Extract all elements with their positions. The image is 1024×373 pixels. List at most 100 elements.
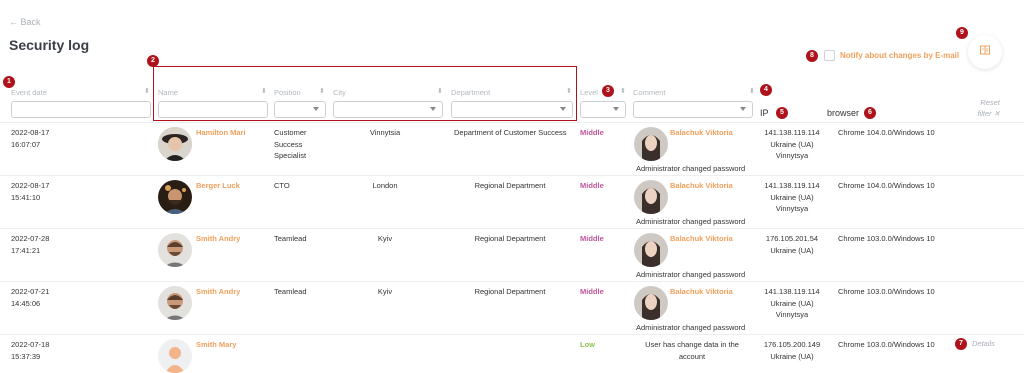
header-level[interactable]: Level bbox=[580, 88, 598, 97]
chevron-down-icon bbox=[613, 107, 619, 111]
comment-filter[interactable] bbox=[633, 101, 753, 118]
header-comment[interactable]: Comment bbox=[633, 88, 666, 97]
header-city[interactable]: City bbox=[333, 88, 346, 97]
admin-avatar bbox=[634, 233, 668, 267]
user-name-link[interactable]: Smith Andry bbox=[196, 286, 240, 298]
city-filter[interactable] bbox=[333, 101, 443, 118]
notify-label: Notify about changes by E-mail bbox=[840, 51, 960, 60]
city-value: Vinnytsia bbox=[369, 128, 401, 137]
position-filter[interactable] bbox=[274, 101, 326, 118]
event-date-filter[interactable] bbox=[11, 101, 151, 118]
admin-avatar bbox=[634, 127, 668, 161]
export-button[interactable] bbox=[968, 35, 1002, 69]
header-event-date[interactable]: Event date bbox=[11, 88, 47, 97]
city-value: London bbox=[372, 181, 398, 190]
annotation-badge-6: 6 bbox=[864, 107, 876, 119]
admin-name-link[interactable]: Balachuk Viktoria bbox=[670, 180, 733, 192]
level-badge: Low bbox=[580, 340, 595, 349]
event-date: 2022-08-17 16:07:07 bbox=[11, 128, 50, 149]
sort-icon[interactable]: ⬍ bbox=[620, 87, 626, 95]
table-row[interactable]: 2022-07-18 15:37:39 Smith Mary Low User h… bbox=[0, 334, 1024, 373]
chevron-down-icon bbox=[313, 107, 319, 111]
annotation-badge-5: 5 bbox=[776, 107, 788, 119]
event-date: 2022-08-17 15:41:10 bbox=[11, 181, 50, 202]
details-link[interactable]: Details bbox=[972, 339, 995, 348]
header-ip: IP bbox=[760, 108, 769, 118]
table-row[interactable]: 2022-07-28 17:41:21 Smith Andry Teamlead … bbox=[0, 228, 1024, 281]
level-filter[interactable] bbox=[580, 101, 626, 118]
avatar bbox=[158, 233, 192, 267]
sort-icon[interactable]: ⬍ bbox=[319, 87, 325, 95]
page-title: Security log bbox=[9, 37, 90, 53]
event-date: 2022-07-28 17:41:21 bbox=[11, 234, 50, 255]
chevron-down-icon bbox=[560, 107, 566, 111]
ip-info: 141.138.119.114 Ukraine (UA) Vinnytsya bbox=[764, 128, 820, 160]
city-value: Kyiv bbox=[377, 287, 393, 296]
annotation-badge-3: 3 bbox=[602, 85, 614, 97]
browser-value: Chrome 104.0.0/Windows 10 bbox=[838, 181, 935, 190]
notify-toggle[interactable]: Notify about changes by E-mail bbox=[824, 50, 959, 61]
level-badge: Middle bbox=[580, 181, 604, 190]
annotation-badge-1: 1 bbox=[3, 76, 15, 88]
security-log-page: ← Back Security log Notify about changes… bbox=[0, 0, 1024, 373]
city-value: Kyiv bbox=[377, 234, 393, 243]
comment-text: Administrator changed password bbox=[636, 217, 746, 226]
position-value: CTO bbox=[274, 181, 290, 190]
header-name[interactable]: Name bbox=[158, 88, 178, 97]
department-value: Regional Department bbox=[474, 234, 546, 243]
event-date: 2022-07-18 15:37:39 bbox=[11, 340, 50, 361]
admin-avatar bbox=[634, 180, 668, 214]
sort-icon[interactable]: ⬍ bbox=[261, 87, 267, 95]
export-icon bbox=[979, 43, 991, 61]
level-badge: Middle bbox=[580, 287, 604, 296]
header-department[interactable]: Department bbox=[451, 88, 490, 97]
ip-info: 176.105.200.149 Ukraine (UA) bbox=[763, 340, 821, 361]
event-date: 2022-07-21 14:45:06 bbox=[11, 287, 50, 308]
sort-icon[interactable]: ⬍ bbox=[437, 87, 443, 95]
table-row[interactable]: 2022-08-17 15:41:10 Berger Luck CTO Londo… bbox=[0, 175, 1024, 228]
comment-text: Administrator changed password bbox=[636, 164, 746, 173]
user-name-link[interactable]: Hamilton Mari bbox=[196, 127, 246, 139]
browser-value: Chrome 103.0.0/Windows 10 bbox=[838, 287, 935, 296]
admin-avatar bbox=[634, 286, 668, 320]
name-filter[interactable] bbox=[158, 101, 268, 118]
user-name-link[interactable]: Smith Mary bbox=[196, 339, 236, 351]
user-name-link[interactable]: Berger Luck bbox=[196, 180, 240, 192]
level-badge: Middle bbox=[580, 234, 604, 243]
ip-info: 176.105.201.54 Ukraine (UA) bbox=[765, 234, 819, 255]
annotation-badge-8: 8 bbox=[806, 50, 818, 62]
header-browser: browser bbox=[827, 108, 860, 118]
comment-text: Administrator changed password bbox=[636, 270, 746, 279]
chevron-down-icon bbox=[430, 107, 436, 111]
admin-name-link[interactable]: Balachuk Viktoria bbox=[670, 233, 733, 245]
back-link[interactable]: ← Back bbox=[9, 17, 41, 27]
avatar bbox=[158, 339, 192, 373]
user-name-link[interactable]: Smith Andry bbox=[196, 233, 240, 245]
annotation-badge-4: 4 bbox=[760, 84, 772, 96]
department-value: Department of Customer Success bbox=[454, 128, 567, 137]
level-badge: Middle bbox=[580, 128, 604, 137]
sort-icon[interactable]: ⬍ bbox=[566, 87, 572, 95]
table-row[interactable]: 2022-08-17 16:07:07 Hamilton Mari Custome… bbox=[0, 122, 1024, 175]
position-value: Teamlead bbox=[274, 287, 307, 296]
admin-name-link[interactable]: Balachuk Viktoria bbox=[670, 127, 733, 139]
position-value: Customer Success Specialist bbox=[274, 128, 307, 160]
avatar bbox=[158, 286, 192, 320]
notify-checkbox[interactable] bbox=[824, 50, 835, 61]
browser-value: Chrome 103.0.0/Windows 10 bbox=[838, 340, 935, 349]
browser-value: Chrome 103.0.0/Windows 10 bbox=[838, 234, 935, 243]
department-filter[interactable] bbox=[451, 101, 573, 118]
browser-value: Chrome 104.0.0/Windows 10 bbox=[838, 128, 935, 137]
ip-info: 141.138.119.114 Ukraine (UA) Vinnytsya bbox=[764, 181, 820, 213]
header-position[interactable]: Position bbox=[274, 88, 301, 97]
ip-info: 141.138.119.114 Ukraine (UA) Vinnytsya bbox=[764, 287, 820, 319]
sort-icon[interactable]: ⬍ bbox=[144, 87, 150, 95]
position-value: Teamlead bbox=[274, 234, 307, 243]
table-row[interactable]: 2022-07-21 14:45:06 Smith Andry Teamlead … bbox=[0, 281, 1024, 334]
admin-name-link[interactable]: Balachuk Viktoria bbox=[670, 286, 733, 298]
reset-filter-button[interactable]: Reset filter ✕ bbox=[970, 97, 1000, 119]
avatar bbox=[158, 180, 192, 214]
comment-text: Administrator changed password bbox=[636, 323, 746, 332]
chevron-down-icon bbox=[740, 107, 746, 111]
sort-icon[interactable]: ⬍ bbox=[749, 87, 755, 95]
